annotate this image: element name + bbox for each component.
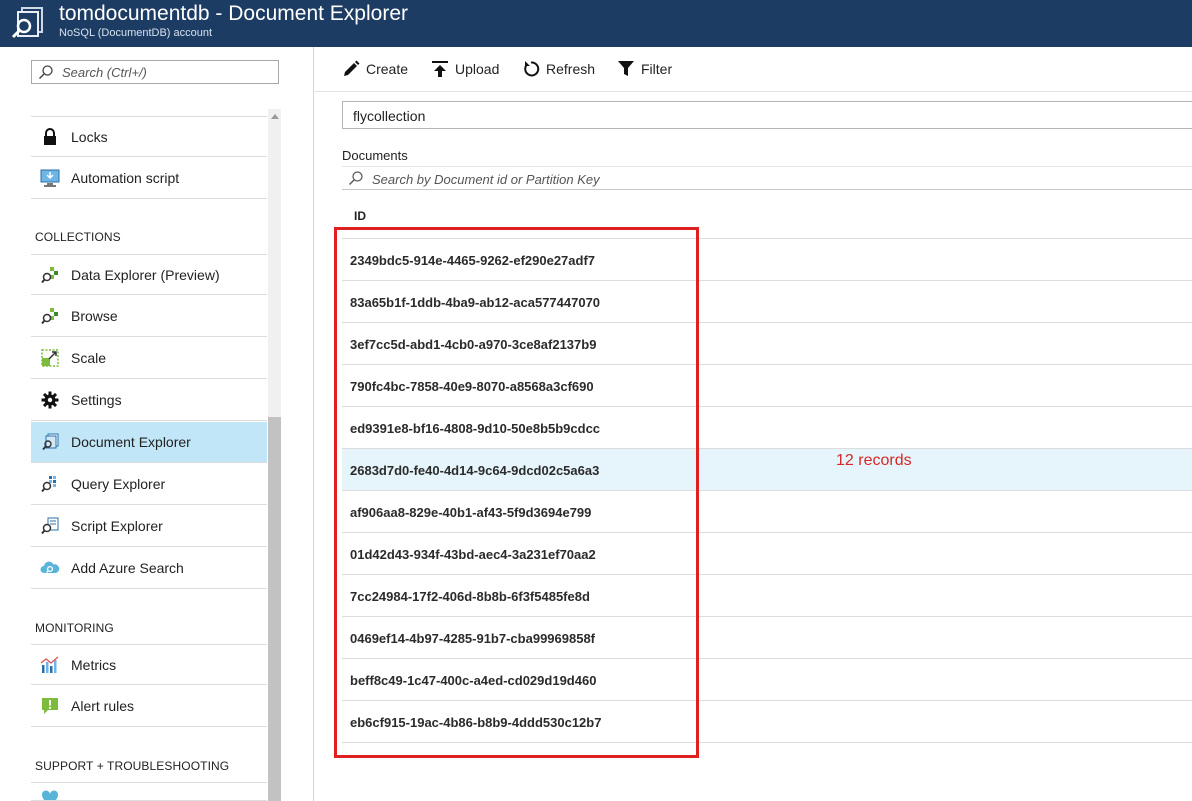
- sidebar-search[interactable]: [31, 60, 279, 84]
- sidebar-item-label: Data Explorer (Preview): [71, 266, 220, 283]
- heart-icon: [40, 788, 60, 800]
- sidebar-item-settings[interactable]: Settings: [31, 380, 267, 421]
- query-explorer-icon: [40, 474, 60, 494]
- sidebar-item-label: Locks: [71, 128, 108, 145]
- command-toolbar: Create Upload Refresh Filter: [314, 47, 1192, 92]
- sidebar-item-label: Automation script: [71, 170, 180, 186]
- upload-label: Upload: [455, 61, 500, 77]
- sidebar-item-query-explorer[interactable]: Query Explorer: [31, 464, 267, 505]
- scale-icon: [40, 348, 60, 368]
- sidebar-item-locks[interactable]: Locks: [31, 116, 267, 157]
- highlight-box: [334, 227, 699, 758]
- pencil-icon: [344, 60, 360, 76]
- alert-icon: [40, 696, 60, 716]
- search-icon: [349, 171, 363, 185]
- sidebar-item-partially-hidden[interactable]: [31, 782, 267, 801]
- sidebar-item-browse[interactable]: Browse: [31, 296, 267, 337]
- scrollbar-thumb[interactable]: [268, 417, 281, 801]
- scroll-up-arrow-icon[interactable]: [271, 114, 279, 119]
- filter-label: Filter: [641, 61, 673, 77]
- sidebar-item-label: Document Explorer: [71, 434, 191, 450]
- search-icon: [38, 65, 53, 80]
- metrics-chart-icon: [40, 655, 60, 675]
- sidebar-item-alert-rules[interactable]: Alert rules: [31, 686, 267, 727]
- section-header-collections: COLLECTIONS: [35, 230, 121, 244]
- sidebar-item-label: Add Azure Search: [71, 560, 184, 576]
- sidebar-item-label: Browse: [71, 308, 118, 324]
- create-button[interactable]: Create: [342, 59, 408, 79]
- sidebar-item-label: Scale: [71, 350, 107, 366]
- sidebar-item-label: Metrics: [71, 656, 117, 673]
- document-explorer-app-icon: [11, 7, 43, 39]
- sidebar-item-script-explorer[interactable]: Script Explorer: [31, 506, 267, 547]
- section-header-support: SUPPORT + TROUBLESHOOTING: [35, 759, 230, 773]
- create-label: Create: [366, 61, 409, 77]
- browse-icon: [40, 306, 60, 326]
- data-explorer-icon: [40, 265, 60, 285]
- lock-icon: [40, 127, 60, 147]
- sidebar-item-document-explorer[interactable]: Document Explorer: [31, 422, 267, 463]
- sidebar: Locks Automation script COLLECTIONS Data…: [0, 47, 314, 801]
- upload-button[interactable]: Upload: [431, 59, 499, 79]
- filter-button[interactable]: Filter: [617, 59, 672, 79]
- cloud-search-icon: [40, 558, 60, 578]
- refresh-label: Refresh: [546, 61, 596, 77]
- filter-icon: [618, 61, 634, 76]
- refresh-icon: [524, 61, 540, 77]
- sidebar-scrollbar[interactable]: [268, 109, 281, 801]
- sidebar-item-scale[interactable]: Scale: [31, 338, 267, 379]
- document-explorer-icon: [40, 432, 60, 452]
- sidebar-item-label: Script Explorer: [71, 518, 163, 534]
- section-header-monitoring: MONITORING: [35, 621, 114, 635]
- sidebar-item-add-azure-search[interactable]: Add Azure Search: [31, 548, 267, 589]
- sidebar-search-input[interactable]: [62, 63, 272, 81]
- sidebar-item-label: Settings: [71, 392, 122, 408]
- document-search-input[interactable]: [372, 170, 872, 188]
- collection-dropdown[interactable]: flycollection: [342, 101, 1192, 129]
- gear-icon: [40, 390, 60, 410]
- sidebar-item-automation-script[interactable]: Automation script: [31, 158, 267, 199]
- sidebar-item-label: Alert rules: [71, 698, 135, 714]
- record-count-annotation: 12 records: [836, 452, 912, 469]
- documents-label: Documents: [342, 148, 408, 163]
- title-bar: tomdocumentdb - Document Explorer NoSQL …: [0, 0, 1192, 47]
- automation-script-icon: [40, 168, 60, 188]
- sidebar-item-label: Query Explorer: [71, 476, 166, 492]
- page-subtitle: NoSQL (DocumentDB) account: [59, 27, 213, 39]
- upload-icon: [432, 61, 448, 77]
- refresh-button[interactable]: Refresh: [522, 59, 595, 79]
- script-explorer-icon: [40, 516, 60, 536]
- document-search[interactable]: [342, 166, 1192, 190]
- sidebar-item-data-explorer[interactable]: Data Explorer (Preview): [31, 254, 267, 295]
- sidebar-item-metrics[interactable]: Metrics: [31, 644, 267, 685]
- page-title: tomdocumentdb - Document Explorer: [59, 2, 408, 25]
- id-column-header[interactable]: ID: [354, 209, 366, 223]
